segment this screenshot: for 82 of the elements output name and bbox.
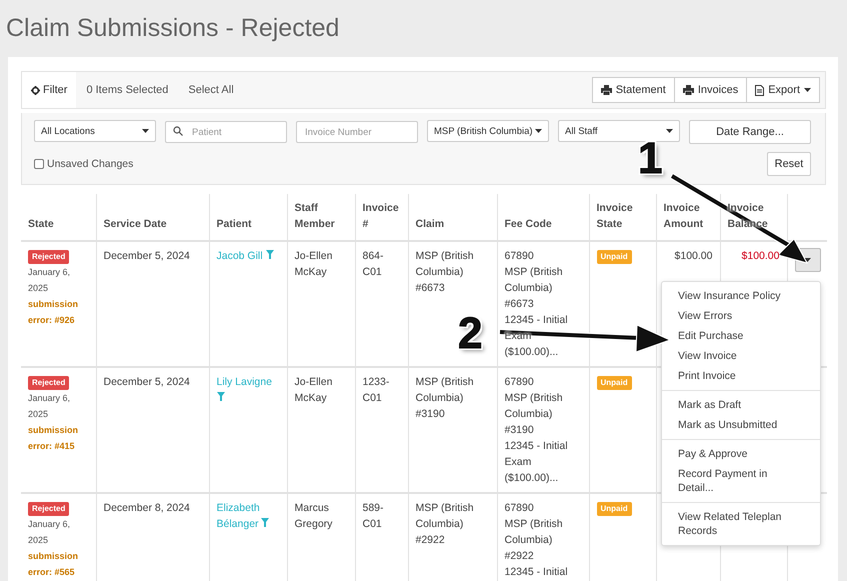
state-date: January 6, 2025 [28,266,72,295]
status-badge: Rejected [28,502,70,516]
column-header: Claim [416,218,444,230]
date-range-button[interactable]: Date Range... [689,120,811,144]
filter-icon [216,392,224,401]
invoice-balance: $100.00 [742,250,780,262]
menu-item[interactable]: Mark as Unsubmitted [662,415,820,435]
staff-name: Jo-Ellen McKay [294,376,332,404]
invoice-amount: $100.00 [674,250,712,262]
menu-item[interactable]: View Insurance Policy [662,286,820,306]
filter-icon [266,250,274,259]
claim-text: MSP (British Columbia) #2922 [416,502,474,546]
staff-name: Jo-Ellen McKay [294,250,332,278]
menu-item[interactable]: Record Payment in Detail... [662,464,820,498]
fee-code-line: MSP (British Columbia) #6673 [504,265,564,312]
printer-icon [682,85,694,95]
column-header: Invoice State [596,202,633,230]
print-button[interactable]: Invoices [674,77,748,103]
caret-icon [142,129,149,133]
gear-icon [31,86,40,94]
fee-code-line: 67890 [504,501,535,516]
error-text: submission error: #926 [28,298,80,327]
menu-item[interactable]: View Related Teleplan Records [662,507,820,541]
fee-code-line: 12345 - Initial Exam ($100.00)... [504,439,569,486]
filter-button[interactable]: Filter [22,72,76,108]
fee-code-line: 67890 [504,249,535,264]
service-date: December 5, 2024 [104,376,190,388]
column-header: Staff Member [294,202,335,230]
invoice-number: 589-C01 [362,502,384,530]
insurer-select[interactable]: MSP (British Columbia) [427,120,549,142]
status-badge: Rejected [28,250,70,264]
caret-icon [804,88,811,92]
invoice-number: 864-C01 [362,250,384,278]
column-header: Invoice # [362,202,399,230]
service-date: December 5, 2024 [104,250,190,262]
fee-code-line: MSP (British Columbia) #3190 [504,391,564,438]
staff-select[interactable]: All Staff [558,120,680,142]
invoice-state-badge: Unpaid [596,250,632,264]
select-all-link[interactable]: Select All [178,84,244,96]
menu-item[interactable]: View Errors [662,306,820,326]
column-header: Invoice Amount [664,202,704,230]
search-icon [173,126,183,136]
unsaved-changes-checkbox[interactable] [34,159,44,169]
reset-button[interactable]: Reset [767,152,811,176]
state-date: January 6, 2025 [28,392,72,421]
document-icon [755,84,764,96]
fee-code-line: MSP (British Columbia) #2922 [504,517,564,564]
menu-item[interactable]: Edit Purchase [662,326,820,346]
selected-count: 0 Items Selected [85,84,170,96]
invoice-state-badge: Unpaid [596,502,632,516]
invoice-number: 1233-C01 [362,376,390,404]
menu-item[interactable]: Pay & Approve [662,444,820,464]
column-header: State [28,218,54,230]
print-button[interactable]: Statement [592,77,675,103]
printer-icon [600,85,612,95]
error-text: submission error: #415 [28,424,80,453]
location-select[interactable]: All Locations [34,120,156,142]
claim-text: MSP (British Columbia) #3190 [416,376,474,420]
column-header: Patient [216,218,252,230]
invoice-number-field[interactable]: Invoice Number [296,121,418,143]
column-header: Fee Code [504,218,552,230]
service-date: December 8, 2024 [104,502,190,514]
filter-icon [261,518,270,527]
state-date: January 6, 2025 [28,518,72,547]
patient-search-field[interactable]: Patient [165,121,287,143]
page-title: Claim Submissions - Rejected [5,13,340,44]
caret-icon [666,129,673,133]
export-button[interactable]: Export [746,77,820,103]
menu-item[interactable]: Mark as Draft [662,395,820,415]
step-number: 2 [458,312,482,356]
status-badge: Rejected [28,376,70,390]
fee-code-line: 12345 - Initial [504,565,569,580]
checkbox-label: Unsaved Changes [47,158,134,170]
column-header: Service Date [104,218,167,230]
staff-name: Marcus Gregory [294,502,332,530]
menu-item[interactable]: Print Invoice [662,366,820,386]
caret-icon [535,129,542,133]
menu-item[interactable]: View Invoice [662,346,820,366]
claim-text: MSP (British Columbia) #6673 [416,250,474,294]
invoice-state-badge: Unpaid [596,376,632,390]
error-text: submission error: #565 [28,550,80,579]
fee-code-line: 67890 [504,375,535,390]
